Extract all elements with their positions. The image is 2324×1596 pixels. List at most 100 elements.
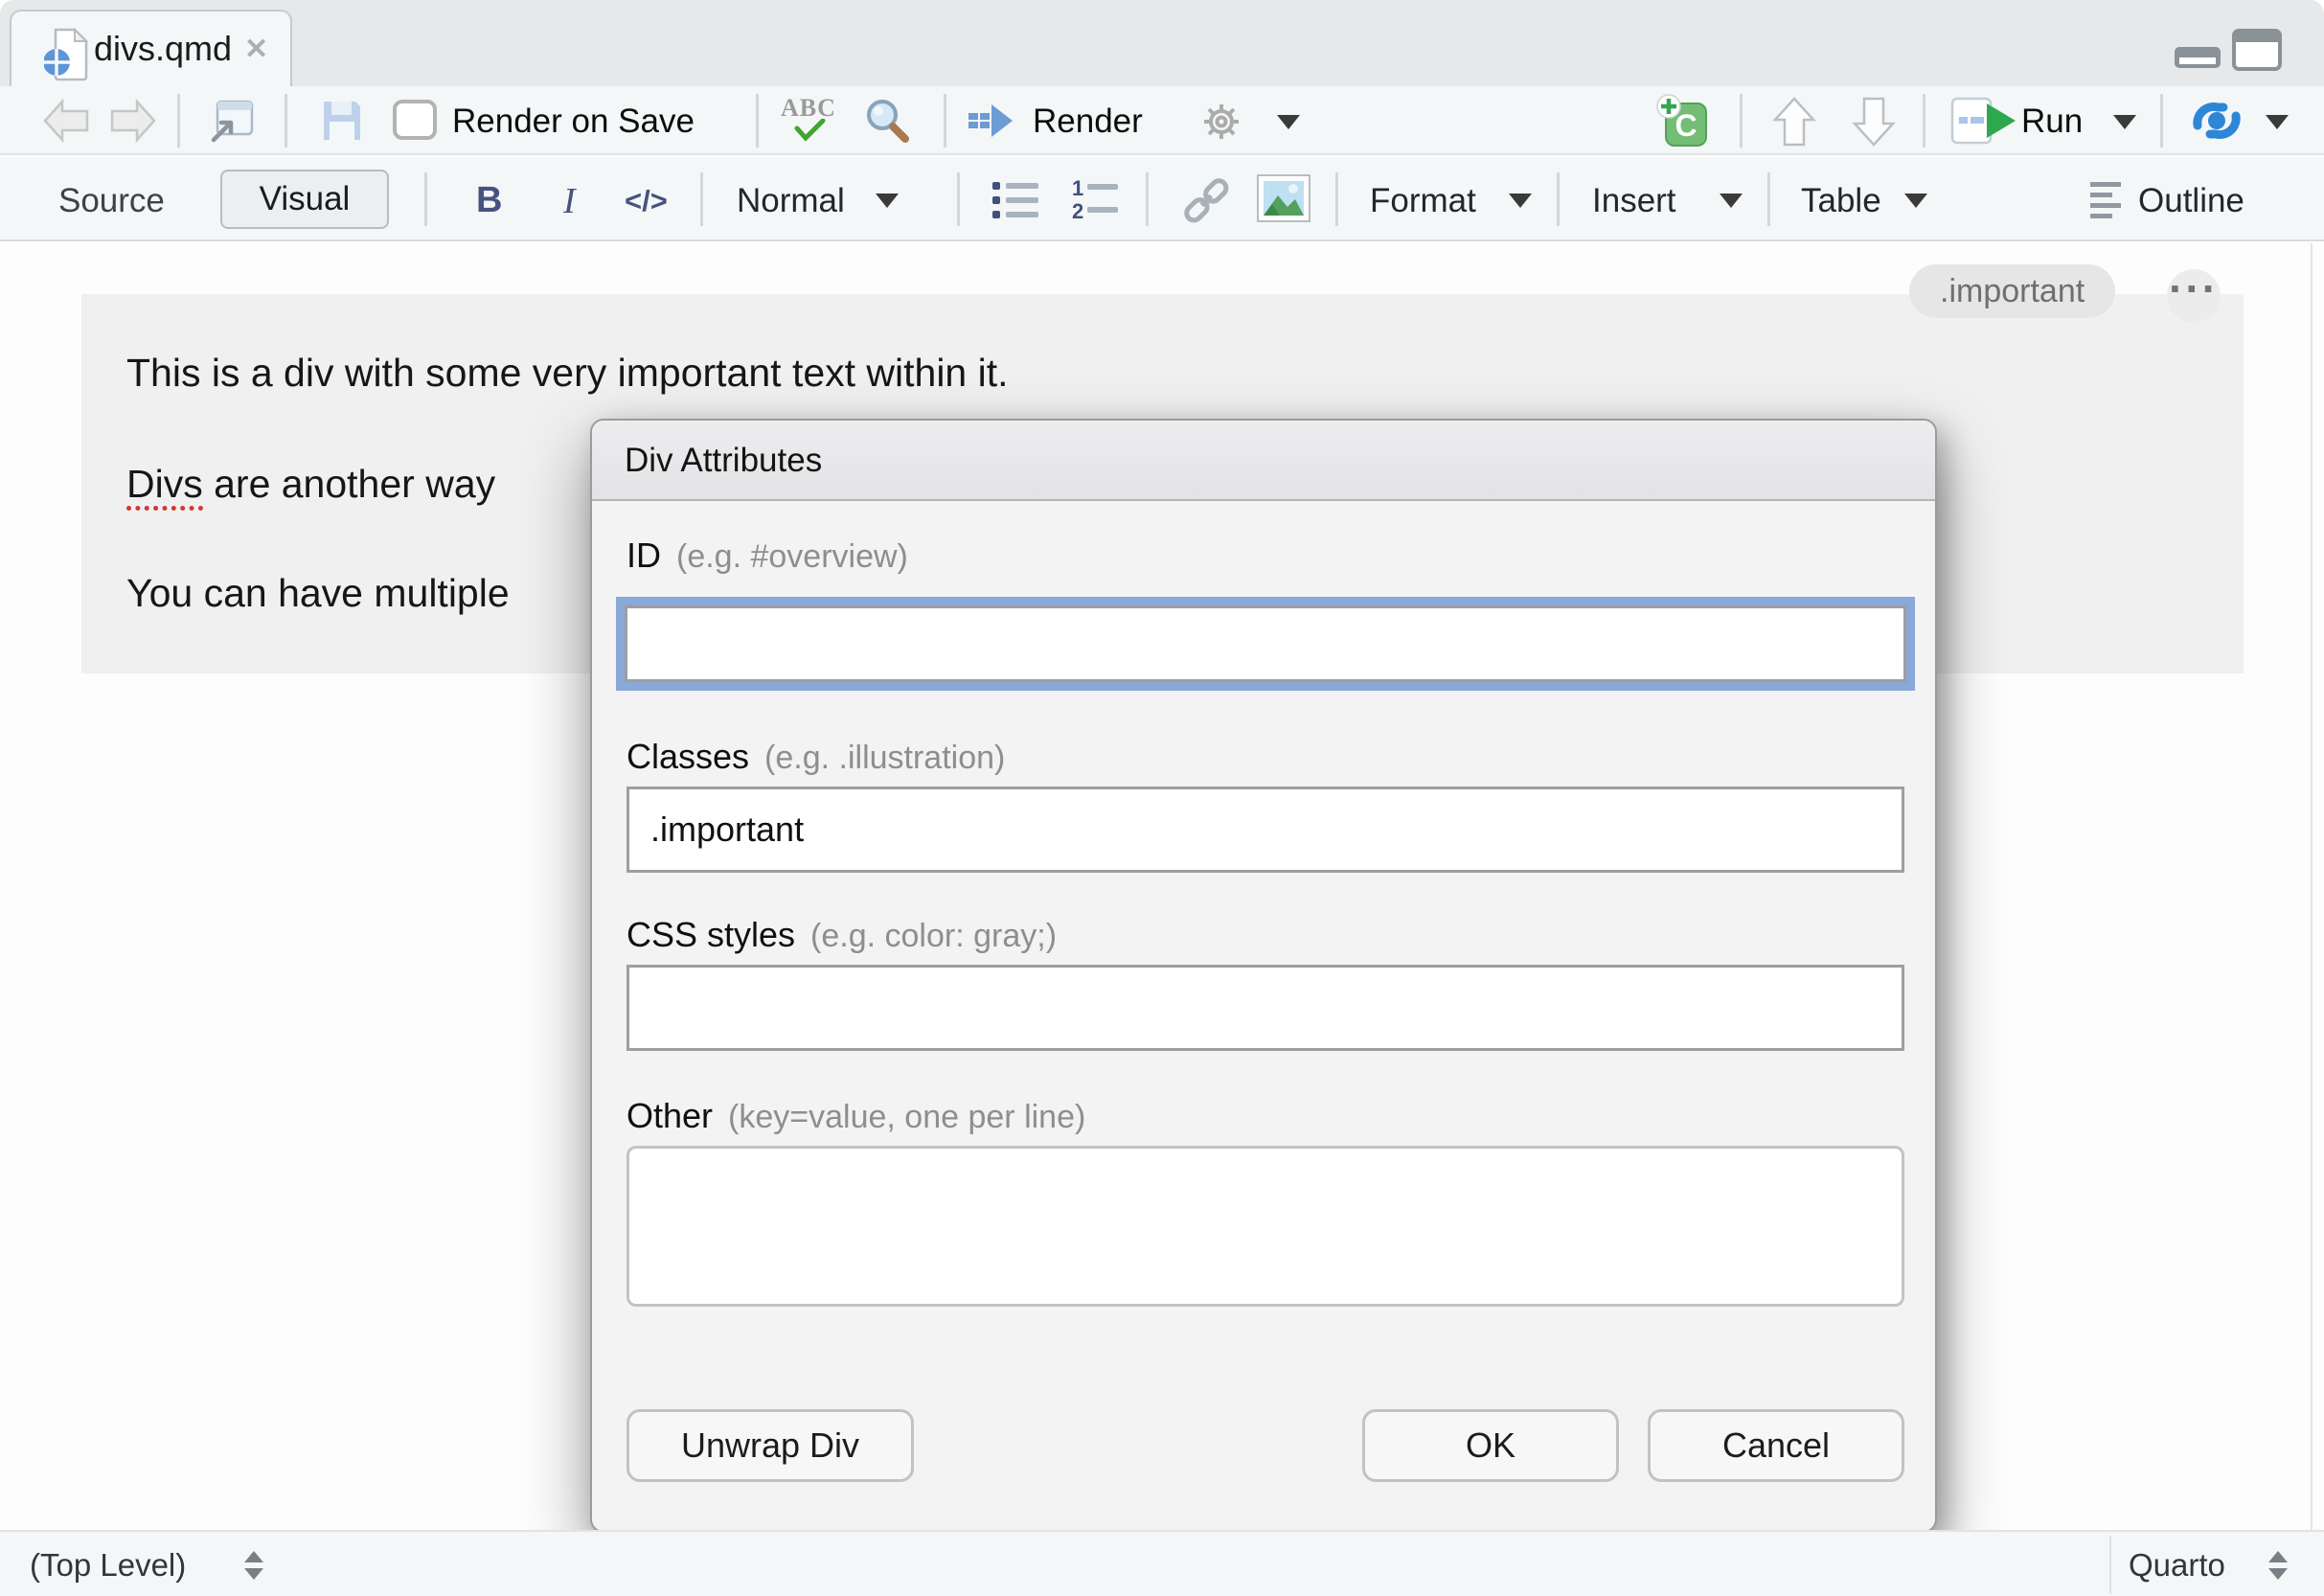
run-previous-chunks-icon[interactable] xyxy=(1772,96,1816,148)
outline-location-dropdown[interactable]: (Top Level) xyxy=(30,1547,186,1584)
tab-bar: divs.qmd ✕ xyxy=(0,0,2324,86)
run-next-chunk-icon[interactable] xyxy=(1852,96,1896,148)
paragraph: You can have multiple xyxy=(126,571,510,616)
separator xyxy=(957,172,960,226)
table-menu-caret-icon[interactable] xyxy=(1904,194,1927,208)
source-document-icon[interactable] xyxy=(2189,99,2244,143)
image-icon[interactable] xyxy=(1257,174,1310,222)
paragraph: Divs are another way xyxy=(126,462,495,507)
css-styles-label-text: CSS styles xyxy=(627,915,795,954)
other-label-text: Other xyxy=(627,1096,713,1135)
search-icon[interactable] xyxy=(863,97,911,145)
quarto-file-icon xyxy=(44,27,92,82)
paragraph-style-dropdown[interactable]: Normal xyxy=(737,182,845,220)
separator xyxy=(2109,1536,2111,1594)
other-label: Other (key=value, one per line) xyxy=(627,1096,1085,1136)
link-icon[interactable] xyxy=(1180,176,1232,224)
paragraph-style-caret-icon[interactable] xyxy=(876,194,899,208)
id-label-text: ID xyxy=(627,536,661,575)
other-input[interactable] xyxy=(627,1146,1904,1307)
id-hint: (e.g. #overview) xyxy=(676,538,908,575)
id-input-focus-ring xyxy=(616,597,1915,691)
separator xyxy=(1146,172,1149,226)
popout-window-icon[interactable] xyxy=(208,98,256,144)
run-icon[interactable] xyxy=(1950,97,2017,145)
classes-hint: (e.g. .illustration) xyxy=(764,740,1005,776)
separator xyxy=(1923,94,1925,148)
other-hint: (key=value, one per line) xyxy=(728,1099,1085,1135)
render-icon[interactable] xyxy=(968,101,1014,141)
insert-menu[interactable]: Insert xyxy=(1592,182,1676,220)
render-options-caret-icon[interactable] xyxy=(1277,115,1300,129)
paragraph: This is a div with some very important t… xyxy=(126,351,1009,396)
main-toolbar: Render on Save ABC Render xyxy=(0,86,2324,155)
maximize-pane-icon[interactable] xyxy=(2232,29,2282,71)
format-menu[interactable]: Format xyxy=(1370,182,1476,220)
classes-input[interactable] xyxy=(627,787,1904,873)
dialog-titlebar[interactable]: Div Attributes xyxy=(592,421,1935,501)
minimize-pane-icon[interactable] xyxy=(2174,46,2221,69)
rstudio-source-pane: divs.qmd ✕ xyxy=(0,0,2324,1596)
numbered-list-icon[interactable]: 1 2 xyxy=(1070,178,1122,222)
bold-button[interactable]: B xyxy=(476,180,502,221)
svg-text:1: 1 xyxy=(1072,178,1083,200)
separator xyxy=(700,172,703,226)
separator xyxy=(1335,172,1338,226)
code-button[interactable]: </> xyxy=(625,184,668,218)
outline-icon[interactable] xyxy=(2090,180,2129,220)
insert-chunk-icon[interactable]: C xyxy=(1656,94,1710,148)
tab-close-icon[interactable]: ✕ xyxy=(244,33,268,66)
cancel-button[interactable]: Cancel xyxy=(1648,1409,1904,1482)
run-options-caret-icon[interactable] xyxy=(2113,115,2136,129)
render-on-save-checkbox[interactable] xyxy=(393,100,437,140)
dialog-buttons: Unwrap Div OK Cancel xyxy=(627,1409,1904,1482)
spellcheck-icon[interactable]: ABC xyxy=(781,94,836,142)
tab-divs-qmd[interactable]: divs.qmd ✕ xyxy=(10,10,292,86)
document-type-stepper-icon[interactable] xyxy=(2268,1551,2288,1580)
source-mode-button[interactable]: Source xyxy=(58,182,165,220)
status-bar: (Top Level) Quarto xyxy=(0,1530,2324,1596)
separator xyxy=(1767,172,1770,226)
separator xyxy=(2160,94,2163,148)
insert-menu-caret-icon[interactable] xyxy=(1720,194,1743,208)
separator xyxy=(177,94,180,148)
visual-mode-button[interactable]: Visual xyxy=(220,170,389,229)
format-toolbar: Source Visual B I </> Normal 1 2 xyxy=(0,157,2324,241)
dialog-title: Div Attributes xyxy=(625,442,822,480)
tab-title: divs.qmd xyxy=(94,29,232,69)
italic-button[interactable]: I xyxy=(563,180,576,222)
div-attributes-dialog: Div Attributes ID (e.g. #overview) Classe… xyxy=(590,419,1937,1533)
separator xyxy=(756,94,759,148)
gear-icon[interactable] xyxy=(1197,98,1245,146)
id-input[interactable] xyxy=(625,605,1906,682)
location-stepper-icon[interactable] xyxy=(244,1551,263,1580)
div-options-ellipsis-icon[interactable]: ··· xyxy=(2167,269,2221,323)
format-menu-caret-icon[interactable] xyxy=(1509,194,1532,208)
classes-label: Classes(e.g. .illustration) xyxy=(627,737,1005,777)
forward-icon[interactable] xyxy=(109,99,157,143)
css-styles-input[interactable] xyxy=(627,965,1904,1051)
table-menu[interactable]: Table xyxy=(1801,182,1881,220)
unwrap-div-button[interactable]: Unwrap Div xyxy=(627,1409,914,1482)
id-label: ID (e.g. #overview) xyxy=(627,536,908,576)
css-styles-label: CSS styles (e.g. color: gray;) xyxy=(627,915,1057,955)
document-type-dropdown[interactable]: Quarto xyxy=(2129,1547,2225,1584)
back-icon[interactable] xyxy=(42,99,90,143)
misspelled-word: Divs xyxy=(126,462,203,511)
bullet-list-icon[interactable] xyxy=(991,178,1042,222)
css-styles-hint: (e.g. color: gray;) xyxy=(810,918,1057,954)
outline-toggle[interactable]: Outline xyxy=(2138,182,2244,220)
separator xyxy=(1740,94,1743,148)
separator xyxy=(285,94,287,148)
run-button[interactable]: Run xyxy=(2021,103,2083,141)
paragraph-text: are another way xyxy=(203,462,495,506)
source-options-caret-icon[interactable] xyxy=(2266,115,2289,129)
render-button[interactable]: Render xyxy=(1033,103,1143,141)
svg-text:2: 2 xyxy=(1072,199,1083,222)
save-icon[interactable] xyxy=(321,99,363,143)
separator xyxy=(424,172,427,226)
div-class-badge[interactable]: .important xyxy=(1909,264,2115,318)
scrollbar-track[interactable] xyxy=(2311,243,2313,1530)
render-on-save-label: Render on Save xyxy=(452,103,695,141)
ok-button[interactable]: OK xyxy=(1362,1409,1619,1482)
